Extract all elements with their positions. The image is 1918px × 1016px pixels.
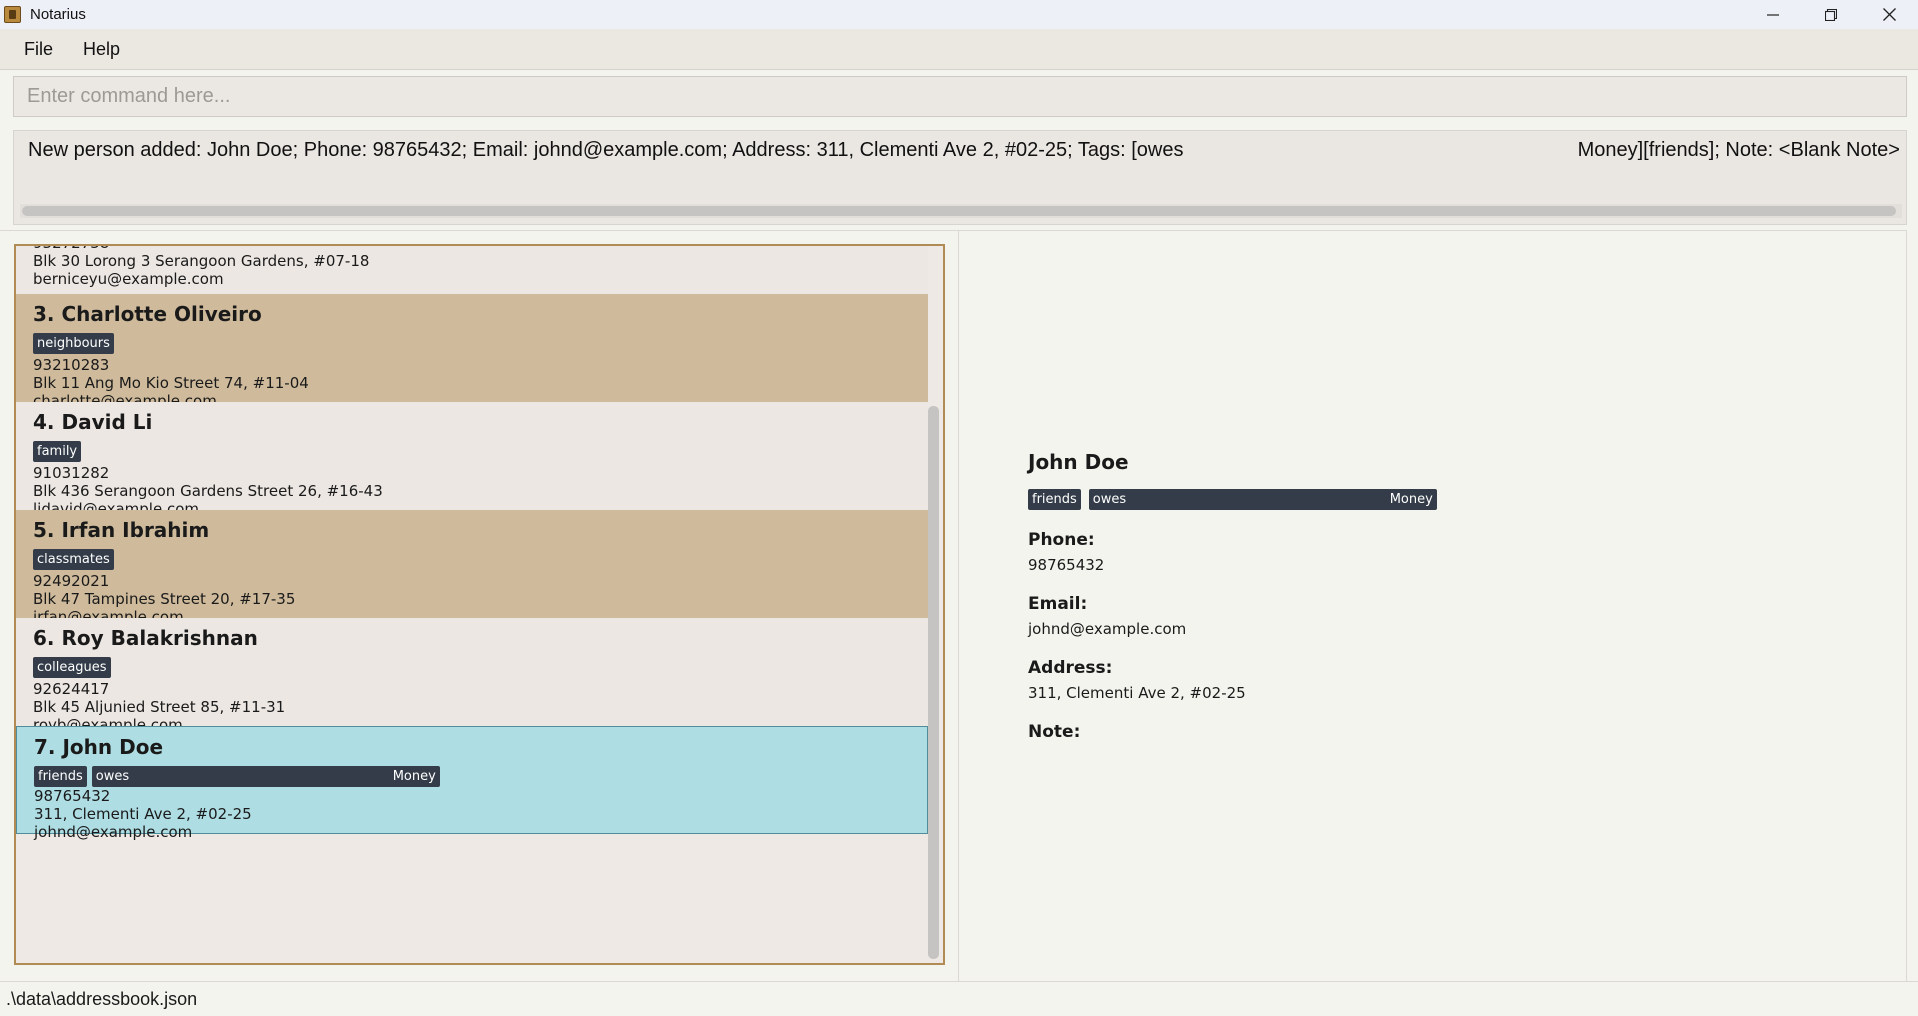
person-card-selected[interactable]: 7. John Doe friends owes Money 98765432 … [16, 726, 928, 841]
person-tags: neighbours [33, 333, 114, 354]
person-detail-panel: John Doe friends owes Money Phone: 98765… [958, 230, 1907, 981]
person-name: 7. John Doe [34, 735, 164, 759]
tag: classmates [33, 549, 114, 570]
tag-right-text: Money [392, 769, 436, 784]
status-bar: .\data\addressbook.json [0, 981, 1918, 1016]
person-card[interactable]: 3. Charlotte Oliveiro neighbours 9321028… [16, 294, 928, 410]
person-name: 5. Irfan Ibrahim [33, 518, 210, 542]
detail-address: 311, Clementi Ave 2, #02-25 [1028, 684, 1246, 702]
close-icon [1882, 8, 1896, 21]
person-address: Blk 436 Serangoon Gardens Street 26, #16… [33, 482, 383, 500]
tag: owes Money [1088, 489, 1437, 510]
person-address: Blk 45 Aljunied Street 85, #11-31 [33, 698, 286, 716]
person-email: johnd@example.com [34, 823, 193, 841]
tag: friends [34, 766, 87, 787]
detail-note-label: Note: [1028, 722, 1081, 742]
person-address: Blk 11 Ang Mo Kio Street 74, #11-04 [33, 374, 309, 392]
command-box [13, 76, 1907, 117]
menu-file[interactable]: File [12, 35, 65, 64]
person-tags: family [33, 441, 82, 462]
minimize-button[interactable] [1744, 0, 1802, 29]
person-tags: colleagues [33, 657, 111, 678]
tag: neighbours [33, 333, 114, 354]
window-controls [1744, 0, 1918, 29]
tag-right-text: Money [1389, 492, 1433, 507]
person-tags: friends owes Money [34, 766, 440, 787]
person-card[interactable]: 4. David Li family 91031282 Blk 436 Sera… [16, 402, 928, 518]
person-phone: 92492021 [33, 572, 110, 590]
person-card[interactable]: 6. Roy Balakrishnan colleagues 92624417 … [16, 618, 928, 734]
person-name: 6. Roy Balakrishnan [33, 626, 258, 650]
detail-email: johnd@example.com [1028, 620, 1187, 638]
person-email: berniceyu@example.com [33, 270, 224, 288]
result-text-right: Money][friends]; Note: <Blank Note> [1577, 139, 1900, 161]
person-address: Blk 30 Lorong 3 Serangoon Gardens, #07-1… [33, 252, 370, 270]
person-phone: 93210283 [33, 356, 110, 374]
person-name: 4. David Li [33, 410, 153, 434]
command-input[interactable] [27, 77, 1906, 116]
person-card[interactable]: 93272758 Blk 30 Lorong 3 Serangoon Garde… [16, 246, 928, 294]
person-phone: 91031282 [33, 464, 110, 482]
menu-bar: File Help [0, 29, 1918, 70]
result-scroll-thumb[interactable] [22, 206, 1896, 216]
person-tags: classmates [33, 549, 114, 570]
tag: friends [1028, 489, 1081, 510]
detail-address-label: Address: [1028, 658, 1113, 678]
tag: owes Money [91, 766, 440, 787]
tag-left-text: owes [1092, 492, 1127, 507]
person-phone: 92624417 [33, 680, 110, 698]
result-text-left: New person added: John Doe; Phone: 98765… [28, 139, 1184, 161]
detail-phone: 98765432 [1028, 556, 1105, 574]
menu-help[interactable]: Help [71, 35, 132, 64]
list-scrollbar-thumb[interactable] [928, 406, 939, 959]
window-title: Notarius [30, 6, 86, 23]
detail-phone-label: Phone: [1028, 530, 1095, 550]
result-display: New person added: John Doe; Phone: 98765… [13, 130, 1907, 225]
person-list[interactable]: 93272758 Blk 30 Lorong 3 Serangoon Garde… [14, 244, 945, 965]
tag-left-text: owes [95, 769, 130, 784]
person-card[interactable]: 5. Irfan Ibrahim classmates 92492021 Blk… [16, 510, 928, 626]
save-location: .\data\addressbook.json [6, 988, 198, 1009]
detail-name: John Doe [1028, 450, 1129, 474]
app-logo-icon [4, 6, 21, 23]
detail-tags: friends owes Money [1028, 489, 1437, 510]
minimize-icon [1767, 13, 1779, 16]
restore-icon [1825, 8, 1837, 21]
detail-email-label: Email: [1028, 594, 1088, 614]
tag: family [33, 441, 82, 462]
close-button[interactable] [1860, 0, 1918, 29]
restore-button[interactable] [1802, 0, 1860, 29]
person-phone: 98765432 [34, 787, 111, 805]
person-name: 3. Charlotte Oliveiro [33, 302, 262, 326]
person-phone: 93272758 [33, 246, 109, 252]
person-address: 311, Clementi Ave 2, #02-25 [34, 805, 252, 823]
tag: colleagues [33, 657, 111, 678]
person-address: Blk 47 Tampines Street 20, #17-35 [33, 590, 296, 608]
title-bar: Notarius [0, 0, 1918, 29]
result-horizontal-scrollbar[interactable] [20, 204, 1902, 218]
